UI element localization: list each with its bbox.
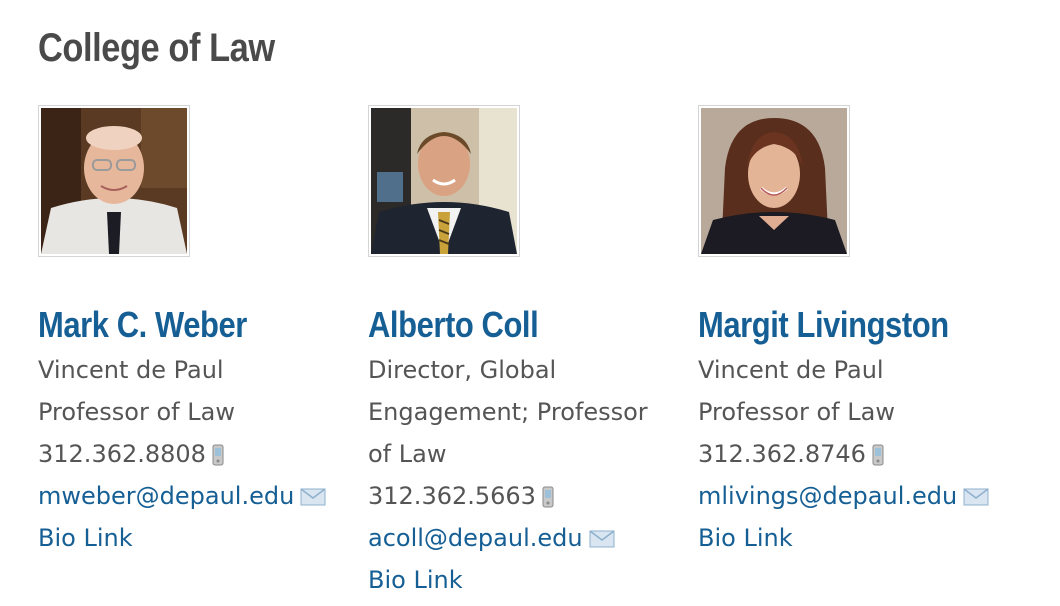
portrait-photo-livingston [701,108,847,254]
faculty-title: Vincent de Paul Professor of Law [698,356,895,426]
faculty-card-livingston: Margit Livingston Vincent de Paul Profes… [698,105,998,559]
faculty-photo [368,105,520,257]
portrait-photo-coll [371,108,517,254]
email-link[interactable]: acoll@depaul.edu [368,524,583,552]
bio-row: Bio Link [368,559,668,601]
email-row: mlivings@depaul.edu [698,475,998,517]
faculty-title: Director, Global Engagement; Professor o… [368,356,648,468]
mobile-phone-icon [872,444,884,466]
phone-number: 312.362.8808 [38,440,206,468]
email-row: mweber@depaul.edu [38,475,338,517]
email-row: acoll@depaul.edu [368,517,668,559]
portrait-photo-weber [41,108,187,254]
faculty-name[interactable]: Alberto Coll [368,301,626,349]
faculty-card-weber: Mark C. Weber Vincent de Paul Professor … [38,105,338,559]
faculty-name[interactable]: Margit Livingston [698,301,956,349]
faculty-title: Vincent de Paul Professor of Law [38,356,235,426]
phone-row: 312.362.8808 [38,433,338,475]
mobile-phone-icon [542,486,554,508]
bio-link[interactable]: Bio Link [368,566,463,594]
phone-number: 312.362.8746 [698,440,866,468]
mobile-phone-icon [212,444,224,466]
envelope-icon[interactable] [963,488,989,506]
email-link[interactable]: mweber@depaul.edu [38,482,294,510]
faculty-card-coll: Alberto Coll Director, Global Engagement… [368,105,668,601]
bio-link[interactable]: Bio Link [38,524,133,552]
phone-row: 312.362.8746 [698,433,998,475]
phone-number: 312.362.5663 [368,482,536,510]
phone-row: 312.362.5663 [368,475,668,517]
bio-row: Bio Link [38,517,338,559]
faculty-photo [38,105,190,257]
faculty-photo [698,105,850,257]
envelope-icon[interactable] [300,488,326,506]
bio-link[interactable]: Bio Link [698,524,793,552]
envelope-icon[interactable] [589,530,615,548]
section-title: College of Law [38,26,275,70]
email-link[interactable]: mlivings@depaul.edu [698,482,957,510]
faculty-name[interactable]: Mark C. Weber [38,301,296,349]
bio-row: Bio Link [698,517,998,559]
